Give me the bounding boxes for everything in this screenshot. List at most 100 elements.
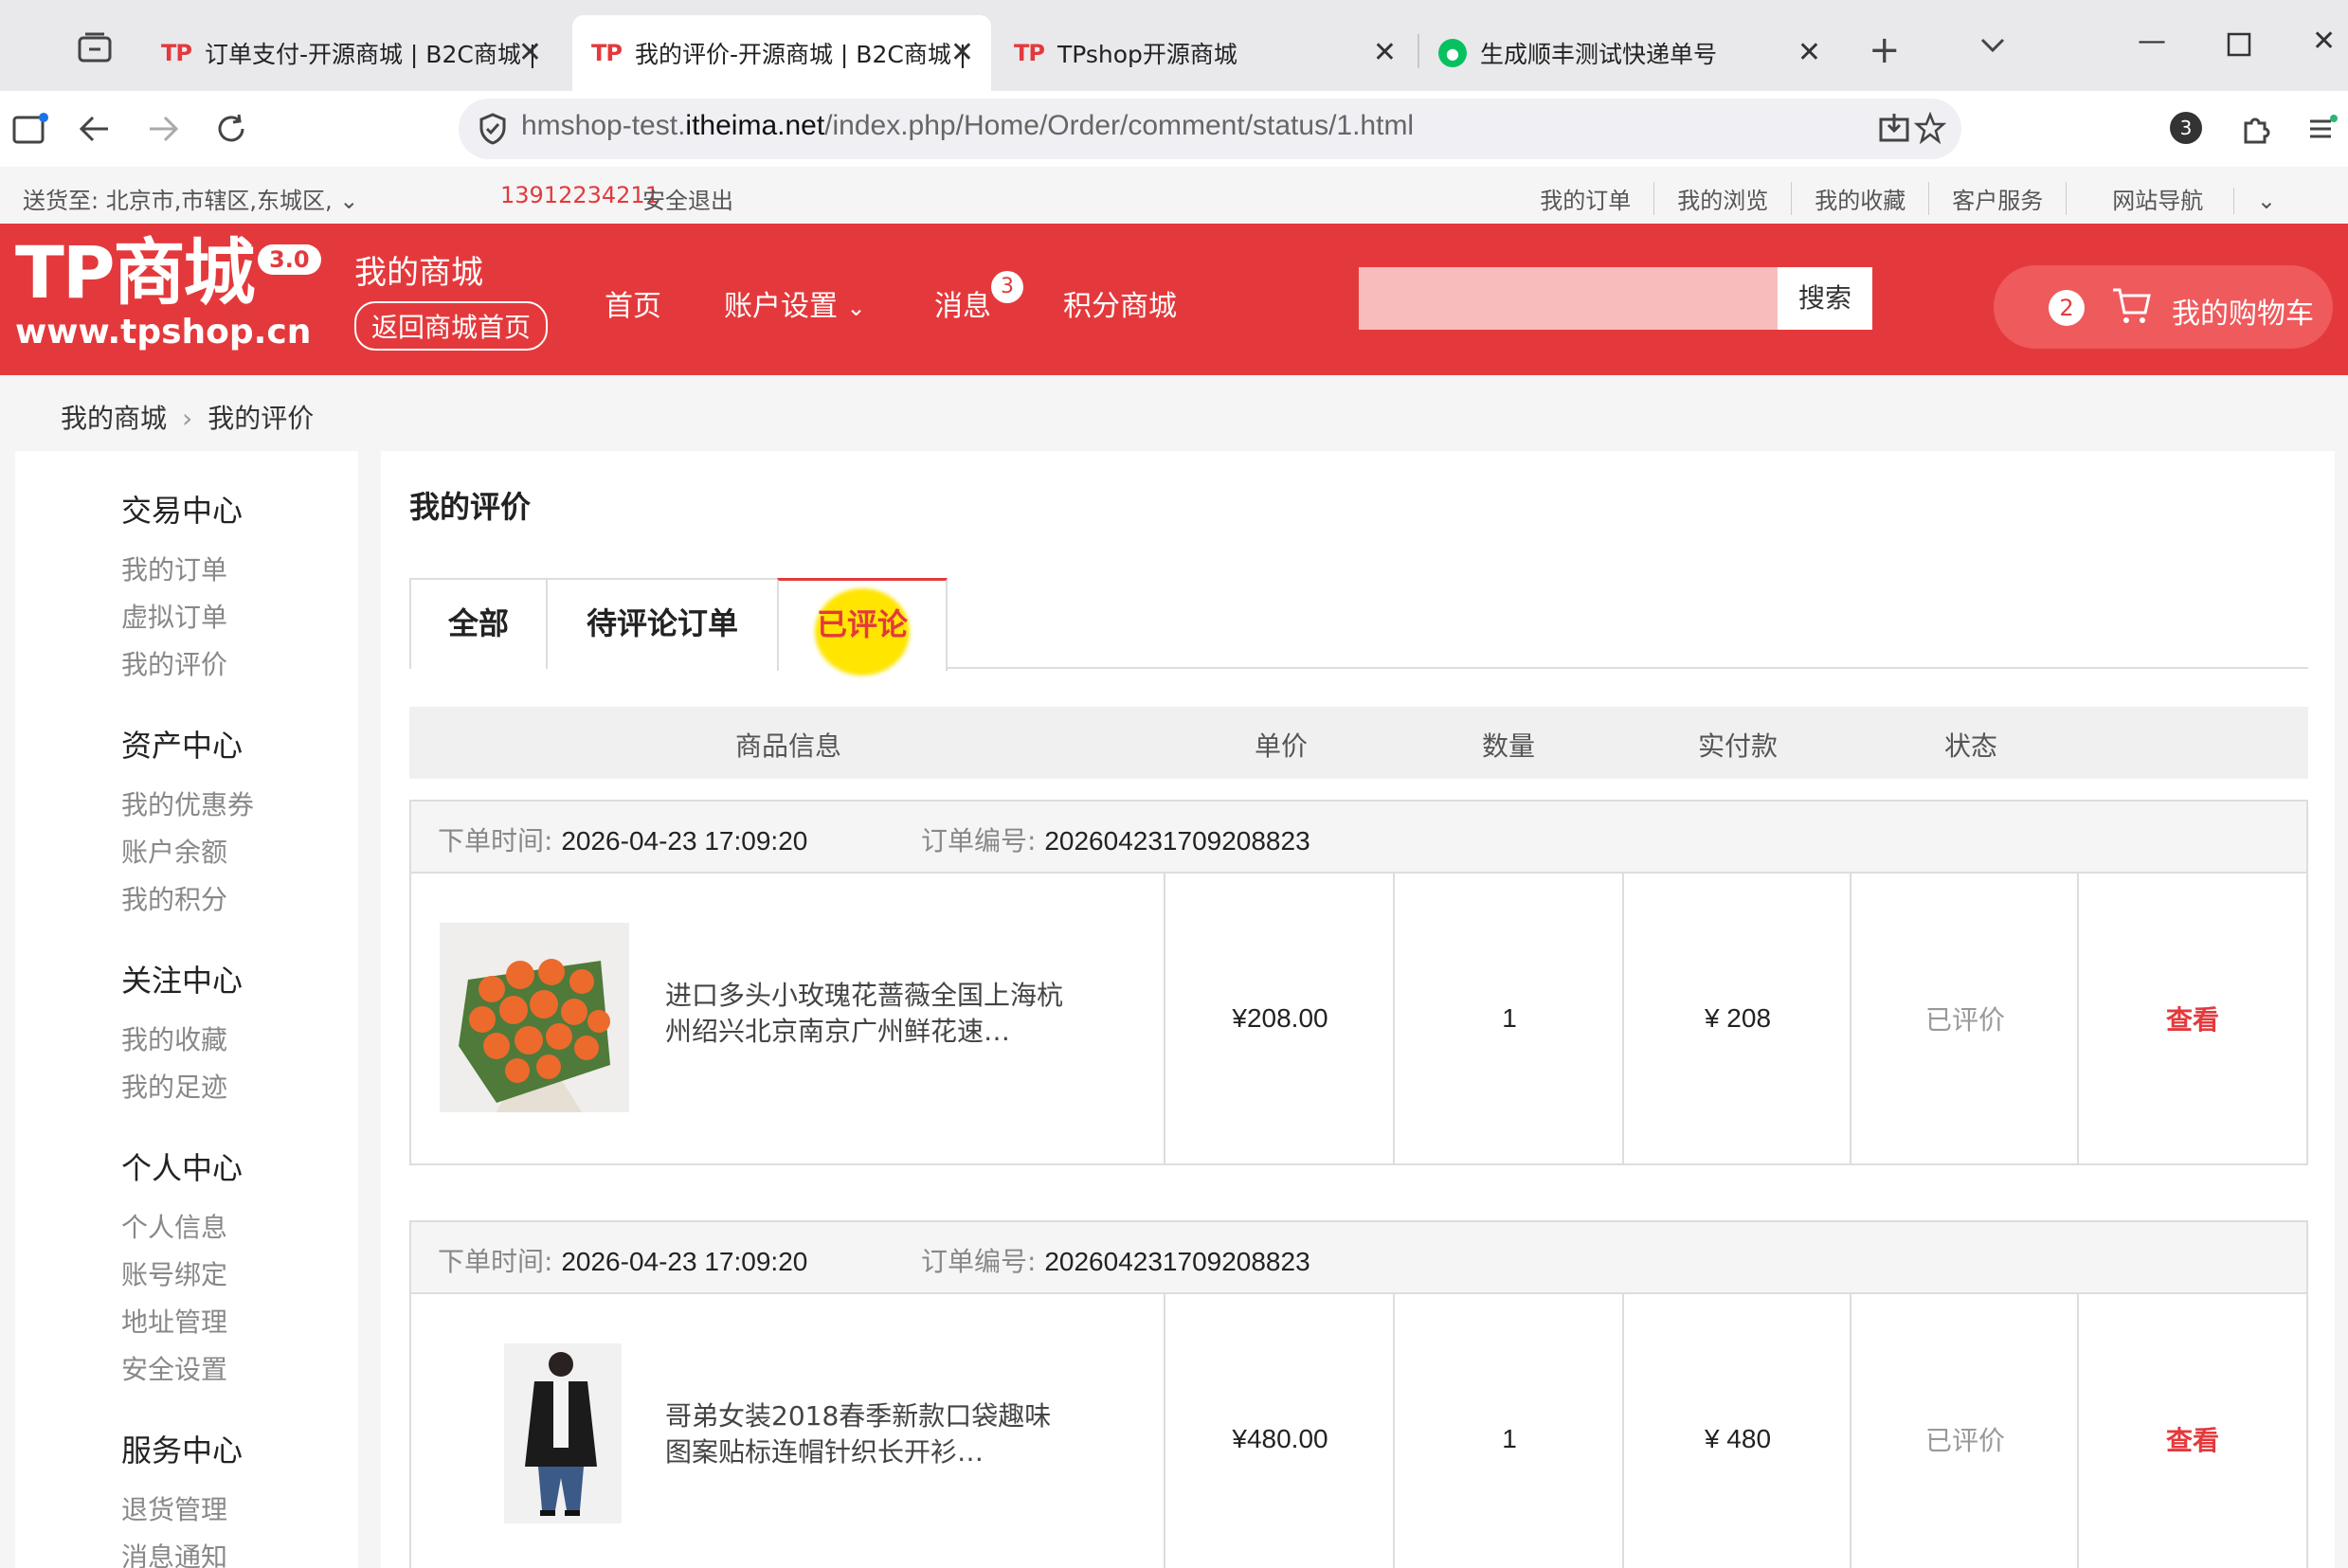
message-count-badge: 3 — [991, 271, 1023, 303]
nav-messages[interactable]: 消息 — [934, 282, 991, 324]
order-card: 下单时间: 2026-04-23 17:09:20 订单编号: 20260423… — [409, 1220, 2308, 1568]
view-button[interactable]: 查看 — [2166, 1420, 2219, 1458]
toplink-my-favorites[interactable]: 我的收藏 — [1791, 182, 1928, 215]
product-name[interactable]: 进口多头小玫瑰花蔷薇全国上海杭州绍兴北京南京广州鲜花速… — [665, 978, 1073, 1050]
tab-pending-review[interactable]: 待评论订单 — [546, 578, 779, 669]
back-home-button[interactable]: 返回商城首页 — [354, 301, 549, 351]
browser-tab-tpshop[interactable]: TP TPshop开源商城 ✕ — [997, 15, 1414, 91]
cart-count-badge: 2 — [2049, 290, 2085, 326]
order-time-value: 2026-04-23 17:09:20 — [561, 826, 808, 856]
tab-title: 我的评价-开源商城 | B2C商城 | — [634, 41, 967, 68]
view-button[interactable]: 查看 — [2166, 1000, 2219, 1037]
page-title: 我的评价 — [409, 489, 532, 525]
sidebar-item-profile[interactable]: 个人信息 — [121, 1207, 227, 1245]
sidebar-item-favorites[interactable]: 我的收藏 — [121, 1019, 227, 1057]
sidebar-item-security[interactable]: 安全设置 — [121, 1349, 227, 1387]
browser-tab-sf-express[interactable]: ● 生成顺丰测试快递单号 ✕ — [1421, 15, 1838, 91]
order-time: 下单时间: 2026-04-23 17:09:20 — [438, 820, 807, 858]
close-icon[interactable]: ✕ — [950, 36, 974, 69]
extension-count-badge[interactable]: 3 — [2170, 112, 2202, 144]
order-number-label: 订单编号: — [921, 1246, 1037, 1277]
site-logo[interactable]: TP商城 3.0 www.tpshop.cn — [15, 237, 321, 351]
puzzle-extension-icon[interactable] — [2240, 112, 2274, 146]
tab-reviewed-label: 已评论 — [816, 606, 908, 642]
sidebar-item-balance[interactable]: 账户余额 — [121, 832, 227, 870]
nav-points-mall[interactable]: 积分商城 — [1063, 282, 1177, 324]
browser-tab-order-pay[interactable]: TP 订单支付-开源商城 | B2C商城 | ✕ — [142, 15, 559, 91]
forward-arrow-icon[interactable] — [146, 114, 180, 144]
tab-title: 订单支付-开源商城 | B2C商城 | — [204, 41, 537, 68]
download-app-icon[interactable] — [1878, 112, 1910, 144]
sidebar-item-coupons[interactable]: 我的优惠券 — [121, 784, 254, 822]
search-input[interactable] — [1359, 267, 1778, 330]
order-number: 订单编号: 202604231709208823 — [921, 820, 1310, 858]
product-image-roses[interactable] — [440, 923, 629, 1112]
sidebar-item-account-binding[interactable]: 账号绑定 — [121, 1254, 227, 1292]
url-text[interactable]: hmshop-test.itheima.net/index.php/Home/O… — [521, 110, 1414, 142]
quantity-value: 1 — [1502, 1003, 1517, 1033]
order-card: 下单时间: 2026-04-23 17:09:20 订单编号: 20260423… — [409, 800, 2308, 1165]
toplink-customer-service[interactable]: 客户服务 — [1928, 182, 2066, 215]
sidebar-item-returns[interactable]: 退货管理 — [121, 1489, 227, 1527]
chevron-right-icon: › — [182, 403, 193, 434]
chevron-down-icon[interactable] — [1978, 30, 2007, 59]
close-icon[interactable]: ✕ — [1797, 36, 1821, 69]
star-icon[interactable] — [1914, 112, 1946, 144]
breadcrumb-my-mall[interactable]: 我的商城 — [61, 403, 167, 434]
main-panel: 我的评价 全部 待评论订单 已评论 商品信息 单价 数量 实付款 状态 下单时间… — [381, 451, 2335, 1568]
order-time-label: 下单时间: — [438, 825, 553, 856]
product-name[interactable]: 哥弟女装2018春季新款口袋趣味图案贴标连帽针织长开衫… — [665, 1398, 1073, 1470]
breadcrumb: 我的商城 › 我的评价 — [61, 398, 314, 436]
browser-tab-my-review[interactable]: TP 我的评价-开源商城 | B2C商城 | ✕ — [572, 15, 991, 91]
paid-value: ¥ 480 — [1704, 1424, 1772, 1453]
reload-icon[interactable] — [214, 112, 248, 146]
cart-button[interactable]: 2 我的购物车 — [1994, 265, 2333, 349]
ship-to-location[interactable]: 送货至: 北京市,市辖区,东城区, ⌄ — [23, 182, 358, 215]
new-tab-plus-icon[interactable]: + — [1869, 28, 1901, 72]
order-time-label: 下单时间: — [438, 1246, 553, 1277]
cell-action: 查看 — [2077, 874, 2306, 1163]
back-arrow-icon[interactable] — [78, 114, 112, 144]
menu-icon[interactable] — [2308, 114, 2339, 144]
sidebar-group-assets: 资产中心 — [121, 728, 244, 764]
toplink-my-orders[interactable]: 我的订单 — [1517, 182, 1653, 215]
logout-link[interactable]: 安全退出 — [642, 182, 733, 215]
sidebar-toggle-icon[interactable] — [11, 112, 49, 146]
nav-home[interactable]: 首页 — [605, 282, 661, 324]
shield-icon[interactable] — [478, 112, 508, 146]
sidebar-item-points[interactable]: 我的积分 — [121, 879, 227, 917]
tp-logo-icon: TP — [1014, 40, 1045, 66]
order-time-value: 2026-04-23 17:09:20 — [561, 1247, 808, 1276]
tab-all[interactable]: 全部 — [409, 578, 548, 669]
tab-reviewed[interactable]: 已评论 — [777, 578, 948, 676]
url-domain: itheima.net — [685, 110, 825, 141]
sidebar-item-virtual-orders[interactable]: 虚拟订单 — [121, 597, 227, 635]
site-topbar: 送货至: 北京市,市辖区,东城区, ⌄ 13912234211 安全退出 我的订… — [0, 167, 2348, 224]
user-phone[interactable]: 13912234211 — [500, 182, 659, 208]
cell-quantity: 1 — [1393, 874, 1624, 1163]
window-close-icon[interactable]: ✕ — [2312, 25, 2336, 58]
sidebar-item-footprints[interactable]: 我的足迹 — [121, 1067, 227, 1105]
tab-actions-icon[interactable] — [76, 30, 114, 64]
sidebar-item-my-orders[interactable]: 我的订单 — [121, 550, 227, 587]
maximize-icon[interactable] — [2227, 32, 2251, 57]
column-paid: 实付款 — [1698, 730, 1779, 762]
table-row: 进口多头小玫瑰花蔷薇全国上海杭州绍兴北京南京广州鲜花速… ¥208.00 1 ¥… — [411, 874, 2306, 1163]
nav-account-settings[interactable]: 账户设置 ⌄ — [724, 282, 866, 324]
sidebar-group-personal: 个人中心 — [121, 1150, 244, 1186]
close-icon[interactable]: ✕ — [1373, 36, 1397, 69]
close-icon[interactable]: ✕ — [518, 36, 542, 69]
breadcrumb-my-review[interactable]: 我的评价 — [208, 403, 314, 434]
status-badge: 已评价 — [1924, 1005, 2005, 1035]
search-button[interactable]: 搜索 — [1778, 267, 1872, 330]
sidebar-item-address[interactable]: 地址管理 — [121, 1302, 227, 1340]
sidebar-item-my-reviews[interactable]: 我的评价 — [121, 644, 227, 682]
browser-navbar: hmshop-test.itheima.net/index.php/Home/O… — [0, 91, 2348, 167]
brand-site: www.tpshop.cn — [15, 313, 312, 351]
product-image-cardigan[interactable] — [440, 1343, 629, 1533]
toplink-site-nav[interactable]: 网站导航 ⌄ — [2066, 182, 2321, 215]
minimize-icon[interactable]: — — [2138, 25, 2166, 58]
toplink-my-history[interactable]: 我的浏览 — [1653, 182, 1791, 215]
address-bar[interactable]: hmshop-test.itheima.net/index.php/Home/O… — [459, 99, 1961, 159]
sidebar-item-notifications[interactable]: 消息通知 — [121, 1537, 227, 1568]
